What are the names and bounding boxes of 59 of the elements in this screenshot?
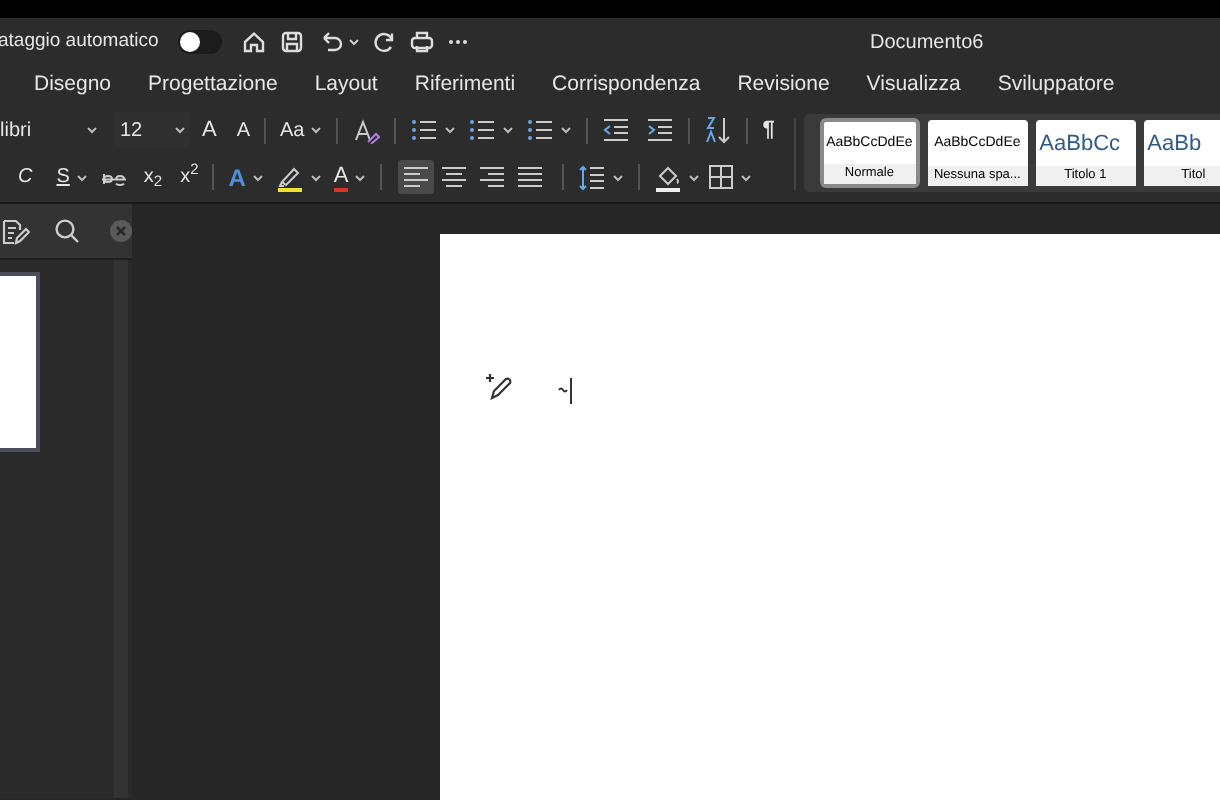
decrease-indent-icon[interactable] [602, 116, 631, 144]
text-effects-button[interactable]: A [228, 159, 246, 195]
font-size-field[interactable]: 12 [114, 112, 190, 148]
font-name-value: libri [0, 117, 32, 145]
pen-sparkle-icon[interactable] [486, 372, 514, 400]
underline-button[interactable]: S [56, 162, 70, 192]
menu-tab[interactable]: Riferimenti [414, 70, 516, 102]
sort-icon[interactable] [704, 116, 733, 144]
paint-bucket-icon[interactable] [654, 163, 683, 191]
show-formatting-button[interactable]: ¶ [762, 113, 775, 147]
change-case-button[interactable]: Aa [280, 115, 305, 145]
autosave-toggle[interactable] [178, 30, 223, 54]
redo-icon[interactable] [372, 30, 397, 54]
chevron-icon[interactable] [354, 171, 367, 183]
borders-icon[interactable] [708, 164, 735, 190]
chevron-icon[interactable] [740, 171, 753, 183]
grow-font-button[interactable]: A [202, 113, 217, 147]
edit-document-icon[interactable] [2, 217, 30, 245]
menu-tab[interactable]: Disegno [34, 70, 112, 102]
highlighter-icon[interactable] [275, 163, 304, 191]
home-icon[interactable] [242, 30, 267, 54]
text-cursor-icon [558, 376, 574, 406]
chevron-icon[interactable] [75, 171, 88, 183]
chevron-icon[interactable] [502, 124, 515, 136]
chevron-icon[interactable] [612, 171, 625, 183]
chevron-icon[interactable] [174, 124, 186, 136]
line-spacing-icon[interactable] [578, 163, 607, 191]
italic-button[interactable]: C [18, 162, 33, 192]
menu-tab[interactable]: Progettazione [148, 70, 278, 102]
chevron-icon[interactable] [310, 124, 323, 136]
chevron-icon[interactable] [348, 36, 361, 48]
bulleted-list-icon[interactable] [410, 116, 439, 144]
more-icon[interactable] [448, 38, 469, 46]
save-icon[interactable] [280, 30, 305, 54]
print-icon[interactable] [410, 30, 435, 54]
chevron-icon[interactable] [251, 171, 264, 183]
subscript-button[interactable]: x$_{2}$ [143, 162, 163, 192]
clear-format-icon[interactable] [352, 117, 381, 143]
chevron-icon[interactable] [86, 124, 98, 136]
style-preview: AaBb [1145, 130, 1202, 158]
align-left-button[interactable] [398, 160, 435, 194]
menu-tab[interactable]: Visualizza [866, 70, 961, 102]
chevron-icon[interactable] [309, 171, 322, 183]
superscript-button[interactable]: x$^{2}$ [180, 162, 199, 192]
menu-tab[interactable]: Sviluppatore [997, 70, 1115, 102]
style-preview: AaBbCc [1037, 130, 1121, 158]
search-icon[interactable] [54, 218, 80, 244]
shrink-font-button[interactable]: A [236, 115, 251, 145]
chevron-icon[interactable] [688, 171, 701, 183]
menu-tab[interactable]: Revisione [737, 70, 830, 102]
menu-tab[interactable]: Layout [314, 70, 378, 102]
increase-indent-icon[interactable] [646, 116, 675, 144]
page-thumbnail[interactable] [0, 272, 40, 452]
font-color-button[interactable]: A [333, 163, 349, 191]
menu-tab[interactable]: Corrispondenza [552, 70, 701, 102]
document-title: Documento6 [870, 29, 984, 57]
chevron-icon[interactable] [560, 124, 573, 136]
chevron-icon[interactable] [444, 124, 457, 136]
undo-icon[interactable] [320, 30, 345, 54]
